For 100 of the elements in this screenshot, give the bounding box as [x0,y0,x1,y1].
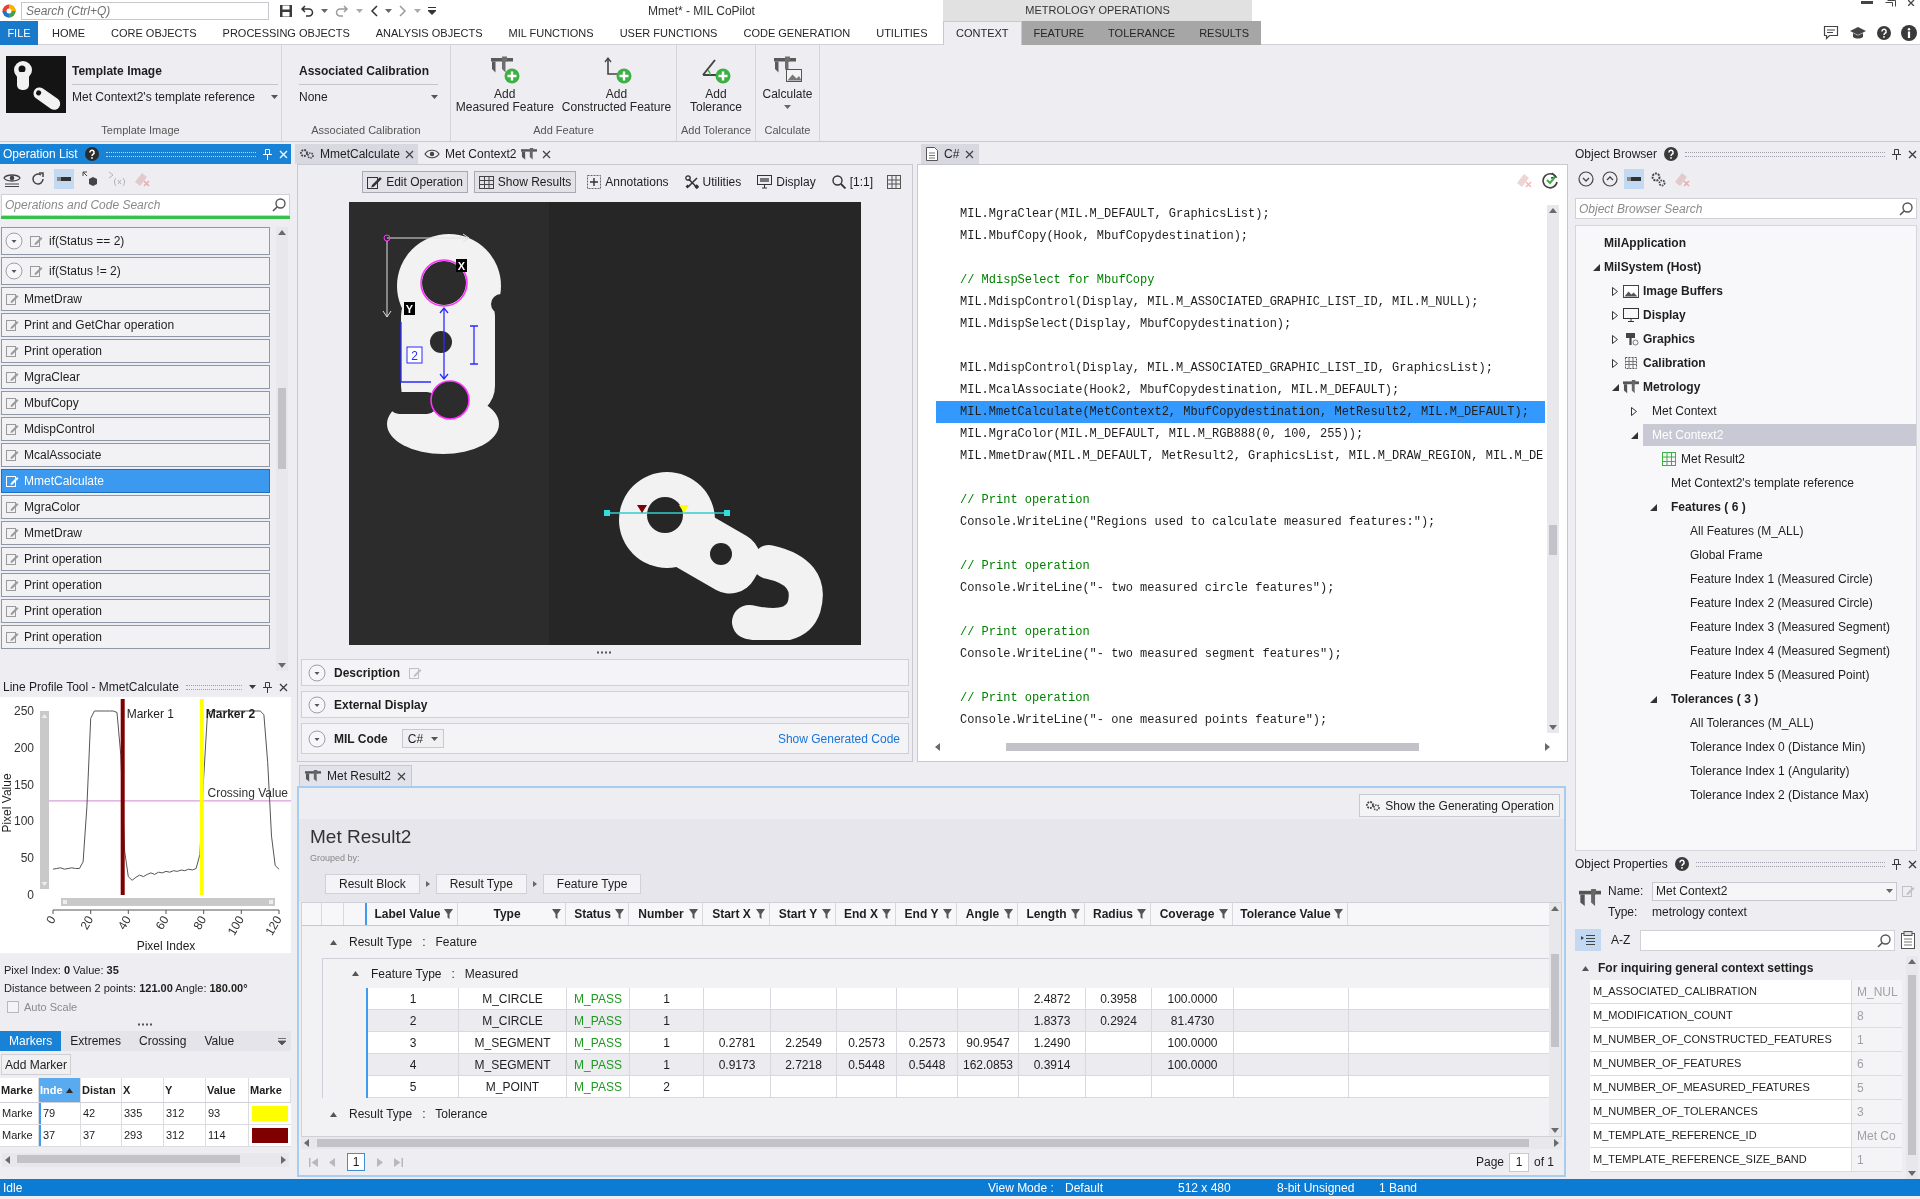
operation-item[interactable]: MbufCopy [1,391,270,415]
dropdown-caret-icon[interactable] [431,95,438,99]
column-header[interactable]: Length [1018,903,1085,925]
group-row[interactable]: Feature Type : Measured [352,964,519,983]
tree-item[interactable]: Graphics [1623,328,1702,350]
column-header[interactable]: Type [458,903,566,925]
scroll-right-icon[interactable] [1554,1139,1559,1147]
operation-item[interactable]: MgraColor [1,495,270,519]
panel-tab[interactable]: Markers [0,1031,62,1051]
collapse-arrow-icon[interactable] [352,971,359,976]
operation-item[interactable]: if(Status != 2) [1,257,270,285]
dropdown-caret-icon[interactable] [271,95,278,99]
filter-icon[interactable] [1219,909,1228,919]
template-dropdown[interactable]: Met Context2's template reference [72,84,278,106]
scroll-up-icon[interactable] [278,230,286,235]
pin-icon[interactable] [1892,858,1901,870]
operation-item[interactable]: Print operation [1,547,270,571]
ribbon-tab[interactable]: MIL FUNCTIONS [496,21,606,45]
close-icon[interactable] [965,149,975,159]
operation-item[interactable]: Print operation [1,573,270,597]
ribbon-tab[interactable]: CONTEXT [943,21,1022,45]
search-icon[interactable] [1877,933,1891,948]
tree-item[interactable]: Met Context [1652,400,1723,422]
tree-item[interactable]: Features ( 6 ) [1671,496,1752,518]
chevron-down-circle-icon[interactable] [1576,169,1596,189]
tree-item[interactable]: Display [1623,304,1692,326]
help-icon[interactable] [1877,25,1891,40]
tree-item[interactable]: Feature Index 4 (Measured Segment) [1690,640,1897,662]
result-row[interactable]: 4 M_SEGMENT M_PASS 1 0.9173 2.7218 0.5448 0.5448 162.0853 0.3914 100.0000 [368,1054,1549,1076]
calculate-button[interactable]: Calculate [760,54,815,109]
minimize-icon[interactable] [1861,0,1873,5]
filter-icon[interactable] [756,909,765,919]
add-constructed-feature-button[interactable]: Add Constructed Feature [559,54,674,114]
undo-icon[interactable] [300,3,314,18]
close-icon[interactable] [542,149,552,159]
search-icon[interactable] [1899,202,1913,216]
scroll-right-icon[interactable] [1545,743,1550,751]
scrollbar-thumb[interactable] [317,1139,1529,1147]
vertical-scrollbar[interactable] [1549,903,1561,1136]
collapsed-arrow-icon[interactable] [1612,334,1618,344]
dropdown-caret-icon[interactable] [784,105,791,109]
group-row[interactable]: Result Type : Tolerance [330,1105,488,1123]
code-line[interactable]: // Print operation [960,623,1090,641]
search-field[interactable]: Object Browser Search [1575,198,1917,219]
code-line[interactable]: MIL.MdispControl(Display, MIL.M_ASSOCIATED_GRAPHIC_LIST_ID, MIL.M_NULL); [960,293,1479,311]
tree-item[interactable]: Feature Index 3 (Measured Segment) [1690,616,1897,638]
column-header[interactable]: Tolerance Value [1233,903,1348,925]
scroll-down-icon[interactable] [1551,1128,1559,1133]
column-header[interactable]: Number [629,903,703,925]
zoom-button[interactable]: [1:1] [826,171,878,193]
code-line[interactable]: MIL.MgraColor(MIL.M_DEFAULT, MIL.M_RGB888(0, 100, 255)); [960,425,1364,443]
page-number-field[interactable]: 1 [1509,1152,1529,1172]
result-row[interactable]: 5 M_POINT M_PASS 2 [368,1076,1549,1098]
show-generated-code-link[interactable]: Show Generated Code [777,729,900,748]
help-icon[interactable] [1664,147,1679,161]
grid-icon[interactable] [884,172,904,192]
column-header[interactable]: Y [164,1078,206,1102]
document-tab[interactable]: Met Context2 [420,144,556,164]
ribbon-tab[interactable]: HOME [40,21,97,45]
horizontal-scrollbar[interactable] [61,898,275,906]
tree-item[interactable]: Feature Index 2 (Measured Circle) [1690,592,1879,614]
back-icon[interactable] [370,4,378,17]
code-line[interactable]: // Print operation [960,689,1090,707]
utilities-button[interactable]: Utilities [679,171,747,193]
show-generating-operation-button[interactable]: Show the Generating Operation [1359,794,1560,817]
close-icon[interactable] [1908,859,1917,869]
scrollbar-thumb[interactable] [1549,525,1557,555]
ribbon-tab[interactable]: FILE [0,21,38,45]
expanded-arrow-icon[interactable] [1630,431,1638,439]
code-line[interactable]: MIL.MmetDraw(MIL.M_DEFAULT, MetResult2, GraphicsList, MIL.M_DRAW_REGION, MIL.M_DE [960,447,1544,465]
code-line[interactable]: MIL.MgraClear(MIL.M_DEFAULT, GraphicsList); [960,205,1270,223]
document-tab[interactable]: Met Result2 [299,765,413,786]
column-header[interactable]: Start X [703,903,770,925]
collapsed-arrow-icon[interactable] [1612,310,1618,320]
tree-item[interactable]: All Features (M_ALL) [1690,520,1810,542]
refresh-check-icon[interactable] [1541,171,1559,189]
scroll-left-icon[interactable] [304,1139,309,1147]
tree-item[interactable]: Tolerance Index 0 (Distance Min) [1690,736,1872,758]
tree-item[interactable]: Met Context2's template reference [1671,472,1861,494]
tree-item[interactable]: Tolerance Index 1 (Angularity) [1690,760,1856,782]
display-button[interactable]: Display [752,171,821,193]
close-icon[interactable] [397,771,407,781]
filter-icon[interactable] [882,909,891,919]
splitter-grip-icon[interactable] [137,1022,154,1026]
tree-item[interactable]: Calibration [1623,352,1712,374]
code-line[interactable]: MIL.MmetCalculate(MetContext2, MbufCopydestination, MetResult2, MIL.M_DEFAULT); [960,403,1529,421]
cube-arrow-icon[interactable] [80,169,100,189]
ribbon-tab[interactable]: CORE OBJECTS [99,21,209,45]
scroll-down-icon[interactable] [278,663,286,668]
tree-item[interactable]: MilSystem (Host) [1604,256,1708,278]
horizontal-scrollbar[interactable] [2,1153,289,1167]
ribbon-tab[interactable]: TOLERANCE [1096,21,1188,45]
filter-icon[interactable] [615,909,624,919]
ribbon-tab[interactable]: PROCESSING OBJECTS [210,21,362,45]
scroll-up-icon[interactable] [1551,906,1559,911]
feedback-icon[interactable] [1823,25,1839,40]
group-chip[interactable]: Result Type [435,874,527,894]
show-results-button[interactable]: Show Results [473,171,577,193]
filter-icon[interactable] [943,909,952,919]
close-icon[interactable] [279,682,288,692]
